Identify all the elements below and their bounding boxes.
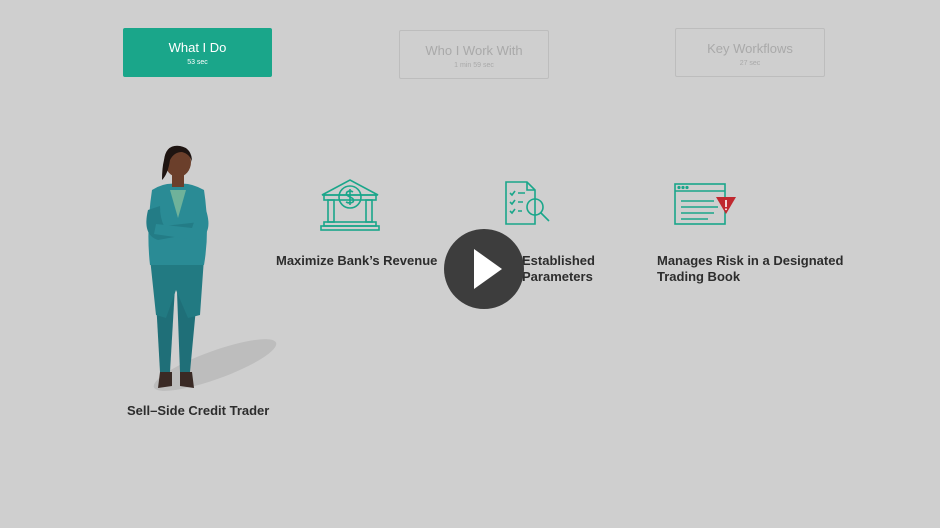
label-line: Established [522, 253, 595, 268]
character-role-label: Sell–Side Credit Trader [127, 403, 270, 418]
tab-label: Key Workflows [707, 41, 793, 56]
play-button[interactable] [444, 229, 524, 309]
tab-duration: 53 sec [187, 59, 208, 66]
tab-key-workflows[interactable]: Key Workflows 27 sec [675, 28, 825, 77]
label-line: Trading Book [657, 269, 741, 284]
browser-alert-icon [674, 183, 736, 225]
tab-label: Who I Work With [425, 43, 523, 58]
tab-label: What I Do [168, 40, 227, 55]
tab-what-i-do[interactable]: What I Do 53 sec [123, 28, 272, 77]
trader-character-illustration [146, 145, 277, 391]
responsibility-label-revenue: Maximize Bank’s Revenue [276, 253, 438, 268]
bank-dollar-icon [320, 179, 380, 231]
label-line: Manages Risk in a Designated [657, 253, 844, 268]
checklist-search-icon [505, 181, 550, 225]
responsibility-label-parameters: Established Parameters [522, 253, 612, 285]
responsibility-label-risk: Manages Risk in a Designated Trading Boo… [657, 253, 857, 285]
tab-duration: 27 sec [739, 60, 761, 67]
tab-who-i-work-with[interactable]: Who I Work With 1 min 59 sec [399, 30, 549, 79]
play-icon [474, 249, 502, 289]
label-line: Parameters [522, 269, 593, 284]
tab-duration: 1 min 59 sec [454, 62, 494, 69]
